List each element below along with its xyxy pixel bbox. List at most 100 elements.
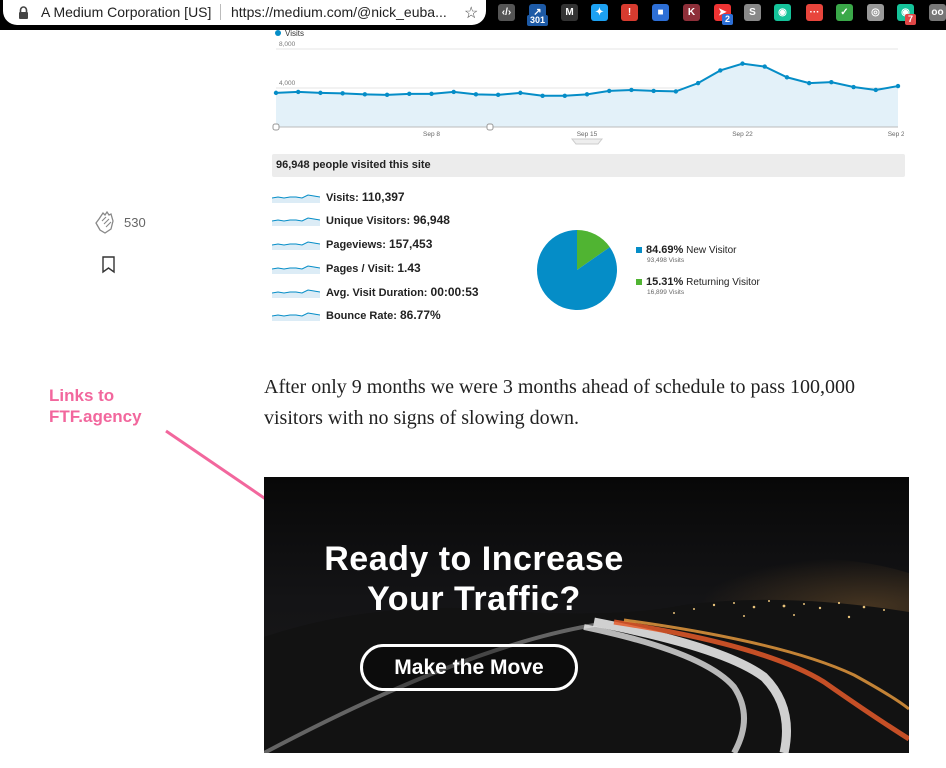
metric-label: Bounce Rate: <box>326 310 397 322</box>
data-point[interactable] <box>584 92 590 97</box>
url-text[interactable]: https://medium.com/@nick_euba... <box>231 4 447 20</box>
legend-swatch <box>636 247 642 253</box>
data-point[interactable] <box>851 84 856 90</box>
extension-badge: 301 <box>527 15 549 26</box>
data-point[interactable] <box>407 91 412 97</box>
sparkline-icon <box>272 241 320 250</box>
metric-value: 00:00:53 <box>430 285 479 299</box>
data-point[interactable] <box>806 80 812 86</box>
warning-triangle-icon[interactable]: ! <box>621 4 638 21</box>
clap-icon[interactable] <box>93 209 117 235</box>
banner-headline-line-1: Ready to Increase <box>324 540 624 578</box>
address-bar[interactable]: A Medium Corporation [US] https://medium… <box>3 0 486 25</box>
visitor-pie-chart <box>537 230 617 310</box>
bookmark-star-icon[interactable]: ☆ <box>464 3 478 23</box>
ftf-agency-banner[interactable]: Ready to Increase Your Traffic? Make the… <box>264 477 909 753</box>
metric-text: Avg. Visit Duration: 00:00:53 <box>326 285 479 299</box>
url-divider <box>220 4 221 20</box>
data-point[interactable] <box>673 89 679 94</box>
visits-line-chart: Visits 8,000 4,000 Sep 8 Sep 15 Sep 22 Sep 29 <box>272 29 904 145</box>
metric-value: 110,397 <box>361 190 405 204</box>
annotation-label: Links to FTF.agency <box>49 385 142 427</box>
metric-value: 86.77% <box>399 308 441 322</box>
grammar-icon[interactable]: ◉ <box>774 4 791 21</box>
data-point[interactable] <box>296 89 301 95</box>
x-tick-label: Sep 29 <box>888 131 904 138</box>
data-point[interactable] <box>740 61 745 66</box>
legend-visits: 93,498 Visits <box>647 257 685 264</box>
x-tick-label: Sep 15 <box>577 131 598 138</box>
legend-visits: 16,899 Visits <box>647 289 685 296</box>
legend-label: Visits <box>285 29 304 38</box>
u-circle-icon[interactable]: ◎ <box>867 4 884 21</box>
legend-dot <box>275 30 281 36</box>
metric-label: Unique Visitors: <box>326 215 411 227</box>
annotation-line-2: FTF.agency <box>49 407 142 426</box>
metric-text: Visits: 110,397 <box>326 190 405 204</box>
metric-label: Avg. Visit Duration: <box>326 287 428 299</box>
data-point[interactable] <box>895 83 901 89</box>
code-brackets-icon[interactable]: ‹/› <box>498 4 515 21</box>
metric-value: 96,948 <box>413 213 450 227</box>
legend-swatch <box>636 279 642 285</box>
data-point[interactable] <box>495 92 501 98</box>
k-circle-icon[interactable]: K <box>683 4 700 21</box>
data-point[interactable] <box>318 90 323 96</box>
banner-headline: Ready to Increase Your Traffic? <box>264 539 684 619</box>
data-point[interactable] <box>473 92 479 97</box>
legend-label: 15.31% Returning Visitor <box>646 276 760 288</box>
sparkline-icon <box>272 265 320 274</box>
data-point[interactable] <box>540 93 545 99</box>
data-point[interactable] <box>362 92 368 97</box>
visitor-summary-bar: 96,948 people visited this site <box>272 154 905 177</box>
bookmark-icon[interactable] <box>101 256 117 274</box>
annotation-line-1: Links to <box>49 386 115 405</box>
sparkline-icon <box>272 312 320 321</box>
data-point[interactable] <box>273 90 279 96</box>
data-point[interactable] <box>384 92 390 98</box>
data-point[interactable] <box>718 68 723 73</box>
data-point[interactable] <box>829 79 834 85</box>
banner-headline-line-2: Your Traffic? <box>367 580 581 618</box>
metric-label: Visits: <box>326 192 359 204</box>
data-point[interactable] <box>784 75 790 80</box>
page-icon[interactable]: ■ <box>652 4 669 21</box>
dots-icon[interactable]: ··· <box>806 4 823 21</box>
make-the-move-button[interactable]: Make the Move <box>360 644 578 691</box>
data-point[interactable] <box>429 91 434 97</box>
clap-count: 530 <box>124 215 146 230</box>
data-point[interactable] <box>873 87 878 93</box>
extension-badge: 7 <box>905 14 917 25</box>
data-point[interactable] <box>762 64 767 69</box>
data-point[interactable] <box>340 91 345 96</box>
owl-icon[interactable]: oo <box>929 4 946 21</box>
range-handle-left[interactable] <box>272 123 280 131</box>
data-point[interactable] <box>518 90 523 96</box>
legend-label: 84.69% New Visitor <box>646 244 737 256</box>
medium-m-icon[interactable]: M <box>561 4 578 21</box>
leaf-icon[interactable]: ✓ <box>836 4 853 21</box>
metric-text: Unique Visitors: 96,948 <box>326 213 450 227</box>
article-paragraph: After only 9 months we were 3 months ahe… <box>264 376 855 429</box>
visitor-summary-text: 96,948 people visited this site <box>276 159 431 171</box>
metric-label: Pages / Visit: <box>326 263 395 275</box>
data-point[interactable] <box>651 88 656 94</box>
metric-label: Pageviews: <box>326 239 386 251</box>
data-point[interactable] <box>629 87 634 93</box>
twitter-bird-icon[interactable]: ✦ <box>591 4 608 21</box>
data-point[interactable] <box>451 89 456 95</box>
range-handle-right[interactable] <box>486 123 494 131</box>
sparkline-icon <box>272 289 320 298</box>
s-circle-icon[interactable]: S <box>744 4 761 21</box>
data-point[interactable] <box>695 80 701 86</box>
chart-resize-tab[interactable] <box>570 138 604 145</box>
data-point[interactable] <box>562 93 567 99</box>
lock-icon <box>19 6 28 19</box>
data-point[interactable] <box>607 88 612 94</box>
metric-text: Pages / Visit: 1.43 <box>326 261 421 275</box>
metric-text: Bounce Rate: 86.77% <box>326 308 441 322</box>
y-tick-label: 8,000 <box>279 41 296 48</box>
site-identity[interactable]: A Medium Corporation [US] <box>41 4 211 20</box>
metric-text: Pageviews: 157,453 <box>326 237 432 251</box>
sparkline-icon <box>272 194 320 203</box>
